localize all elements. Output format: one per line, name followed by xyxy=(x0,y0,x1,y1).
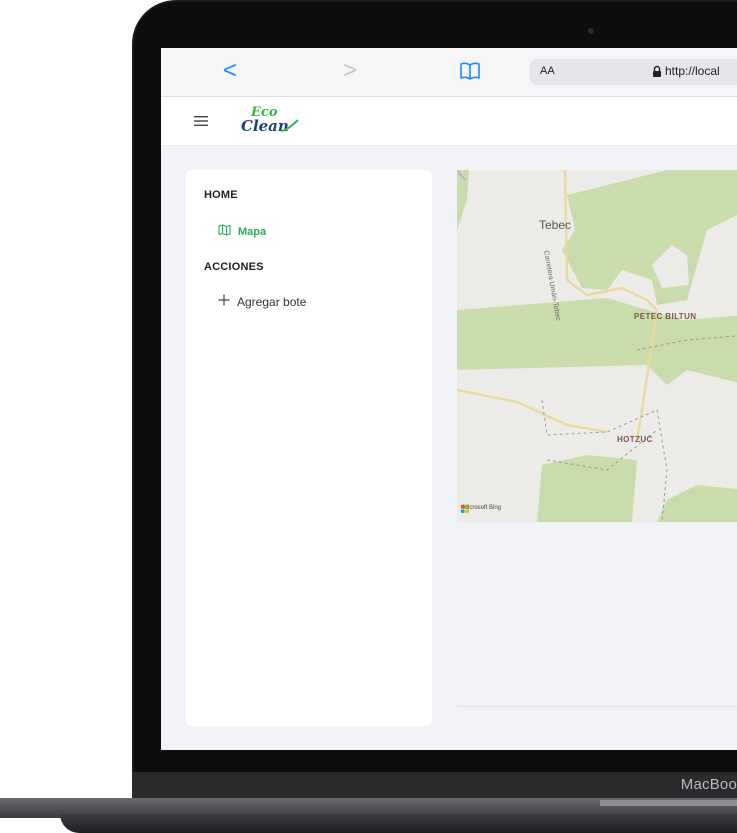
sidebar-item-agregar-bote-label: Agregar bote xyxy=(237,295,307,309)
screen: < > AA http://local Eco Clean HOME Mapa … xyxy=(161,48,737,750)
device-brand-label: MacBoo xyxy=(680,776,737,793)
map-place-petec-biltun: PETEC BILTUN xyxy=(634,312,697,321)
camera xyxy=(588,28,594,34)
plus-icon xyxy=(218,293,230,311)
map-view[interactable]: Tebec PETEC BILTUN HOTZUC Carretera Umán… xyxy=(457,170,737,522)
content-divider xyxy=(457,706,737,707)
laptop-chin: MacBoo xyxy=(132,772,737,800)
lock-icon xyxy=(652,65,662,78)
url-text: http://local xyxy=(665,64,720,78)
back-button[interactable]: < xyxy=(223,58,237,84)
sidebar-section-acciones: ACCIONES xyxy=(204,261,264,273)
map-attribution[interactable]: Microsoft Bing xyxy=(461,505,501,513)
map-place-tebec: Tebec xyxy=(539,218,572,232)
forward-button[interactable]: > xyxy=(343,58,357,84)
map-place-hotzuc: HOTZUC xyxy=(617,435,653,444)
sidebar-section-home: HOME xyxy=(204,189,238,201)
reader-aa-button[interactable]: AA xyxy=(540,65,555,77)
address-bar[interactable]: AA http://local xyxy=(530,59,737,85)
sidebar-item-mapa-label: Mapa xyxy=(238,226,267,238)
laptop-hinge xyxy=(600,800,737,806)
vegetation-area xyxy=(537,455,637,522)
app-header: Eco Clean xyxy=(161,97,737,146)
sidebar: HOME Mapa ACCIONES Agregar bote xyxy=(186,170,432,726)
map-terrain xyxy=(457,170,737,522)
map-icon xyxy=(218,223,231,241)
hamburger-menu-icon[interactable] xyxy=(194,114,208,126)
bookmarks-icon[interactable] xyxy=(459,62,481,80)
browser-toolbar: < > AA http://local xyxy=(161,48,737,97)
laptop-base-bottom xyxy=(60,814,737,833)
sidebar-item-agregar-bote[interactable]: Agregar bote xyxy=(218,293,306,311)
eco-clean-logo[interactable]: Eco Clean xyxy=(241,105,301,137)
sidebar-item-mapa[interactable]: Mapa xyxy=(218,223,266,241)
